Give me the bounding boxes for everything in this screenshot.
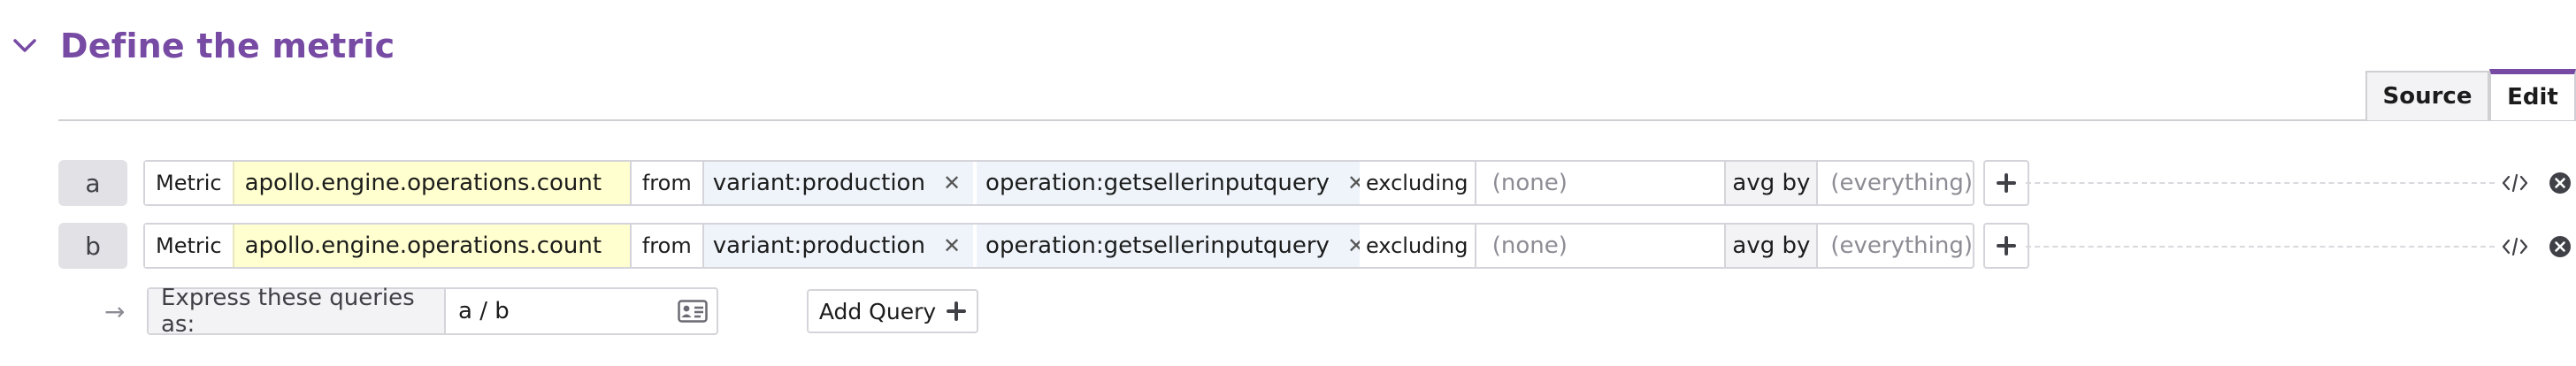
section-title: Define the metric (60, 27, 395, 65)
tag-label: operation:getsellerinputquery (985, 233, 1330, 259)
formula-input[interactable]: a / b (446, 289, 717, 333)
tag-label: operation:getsellerinputquery (985, 170, 1330, 196)
tag-chip[interactable]: operation:getsellerinputquery ✕ (977, 225, 1378, 267)
tag-chip[interactable]: variant:production ✕ (703, 162, 974, 204)
excluding-input[interactable]: (none) (1474, 162, 1727, 204)
section-header[interactable]: Define the metric (12, 19, 395, 72)
add-function-button[interactable] (1983, 160, 2029, 206)
plus-icon (1997, 236, 2016, 255)
formula-editor: Express these queries as: a / b (147, 285, 718, 338)
tag-label: variant:production (712, 233, 925, 259)
query-editor: Metric apollo.engine.operations.count fr… (143, 223, 1974, 269)
remove-query-icon[interactable] (2548, 234, 2572, 259)
remove-tag-icon[interactable]: ✕ (943, 171, 961, 195)
formula-value: a / b (458, 298, 510, 324)
from-label: from (629, 225, 702, 267)
arrow-right-icon: → (104, 296, 126, 326)
from-tags-input[interactable]: variant:production ✕ operation:getseller… (702, 162, 1378, 204)
plus-icon (1997, 173, 2016, 193)
group-by-input[interactable]: (everything) (1818, 225, 1973, 267)
metric-label: Metric (145, 225, 233, 267)
metric-name-input[interactable]: apollo.engine.operations.count (232, 162, 630, 204)
aggregation-select[interactable]: avg by (1726, 162, 1819, 204)
formula-row: → Express these queries as: a / b Add Qu… (104, 285, 978, 338)
query-editor: Metric apollo.engine.operations.count fr… (143, 160, 1974, 206)
query-letter[interactable]: a (58, 160, 127, 206)
group-by-input[interactable]: (everything) (1818, 162, 1973, 204)
add-function-button[interactable] (1983, 223, 2029, 269)
query-row-b: b Metric apollo.engine.operations.count … (58, 221, 2029, 271)
id-card-icon[interactable] (678, 300, 708, 323)
query-row-a: a Metric apollo.engine.operations.count … (58, 158, 2029, 208)
from-tags-input[interactable]: variant:production ✕ operation:getseller… (702, 225, 1378, 267)
excluding-label: excluding (1359, 225, 1475, 267)
code-icon[interactable] (2500, 233, 2530, 260)
row-divider (2026, 246, 2495, 248)
remove-tag-icon[interactable]: ✕ (943, 233, 961, 258)
tag-chip[interactable]: operation:getsellerinputquery ✕ (977, 162, 1378, 204)
query-letter[interactable]: b (58, 223, 127, 269)
from-label: from (629, 162, 702, 204)
tab-source[interactable]: Source (2365, 71, 2489, 120)
add-query-label: Add Query (818, 298, 937, 324)
tag-chip[interactable]: variant:production ✕ (703, 225, 974, 267)
tabbar-divider (58, 119, 2576, 121)
tab-edit[interactable]: Edit (2489, 69, 2576, 120)
metric-name-input[interactable]: apollo.engine.operations.count (232, 225, 630, 267)
formula-label: Express these queries as: (149, 285, 446, 338)
code-icon[interactable] (2500, 170, 2530, 196)
aggregation-select[interactable]: avg by (1726, 225, 1819, 267)
add-query-button[interactable]: Add Query (807, 289, 978, 333)
tag-label: variant:production (712, 170, 925, 196)
plus-icon (947, 301, 967, 321)
chevron-down-icon[interactable] (12, 34, 37, 58)
row-divider (2026, 182, 2495, 184)
metric-label: Metric (145, 162, 233, 204)
excluding-input[interactable]: (none) (1474, 225, 1727, 267)
remove-query-icon[interactable] (2548, 171, 2572, 195)
excluding-label: excluding (1359, 162, 1475, 204)
